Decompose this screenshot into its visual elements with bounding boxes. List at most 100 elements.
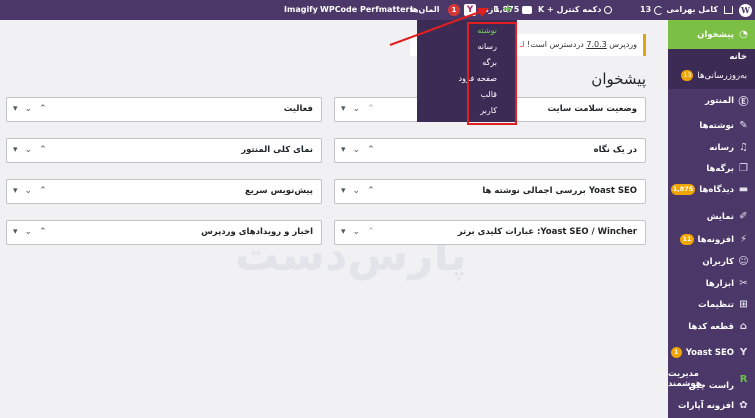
sidebar-item-label: Yoast SEO bbox=[685, 347, 734, 358]
sidebar-item-label: کاربران bbox=[702, 256, 734, 267]
yoast-icon: Y bbox=[739, 347, 748, 358]
move-down-icon[interactable]: ⌄ bbox=[353, 180, 361, 203]
toggle-caret-icon[interactable]: ▾ bbox=[13, 98, 18, 121]
sidebar-item-aparat[interactable]: ✿ افزونه آپارات bbox=[668, 400, 755, 411]
command-palette-link[interactable]: دکمه کنترل + K bbox=[538, 0, 613, 20]
sidebar-item-pages[interactable]: ❐ برگه‌ها bbox=[668, 163, 755, 174]
widget-wordpress-news[interactable]: اخبار و رویدادهای وردپرس ▾ ⌄ ⌃ bbox=[6, 220, 322, 245]
notice-suffix: دردسترس است! bbox=[527, 40, 587, 49]
settings-icon: ⊞ bbox=[739, 299, 748, 310]
move-down-icon[interactable]: ⌄ bbox=[353, 221, 361, 244]
move-down-icon[interactable]: ⌄ bbox=[25, 98, 33, 121]
annotation-arrow bbox=[389, 8, 489, 46]
sidebar-item-rtl-manager-line2[interactable]: راست چین bbox=[668, 381, 755, 391]
move-up-icon[interactable]: ⌃ bbox=[39, 98, 47, 121]
widget-elementor-overview[interactable]: نمای کلی المنتور ▾ ⌄ ⌃ bbox=[6, 138, 322, 163]
widget-title: نمای کلی المنتور bbox=[241, 145, 313, 155]
move-down-icon[interactable]: ⌄ bbox=[25, 180, 33, 203]
sidebar-item-snippets[interactable]: ⌂ قطعه کدها bbox=[668, 321, 755, 332]
sidebar-item-settings[interactable]: ⊞ تنظیمات bbox=[668, 299, 755, 310]
update-now-link[interactable]: لـ bbox=[520, 40, 525, 49]
sidebar-item-posts[interactable]: ✎ نوشته‌ها bbox=[668, 120, 755, 131]
move-down-icon[interactable]: ⌄ bbox=[25, 221, 33, 244]
dashboard-icon: ◔ bbox=[739, 29, 748, 40]
sidebar-item-dashboard[interactable]: ◔ پیشخوان bbox=[662, 20, 755, 49]
sidebar-item-comments[interactable]: ▬ دیدگاه‌ها 1,875 bbox=[668, 184, 755, 195]
move-down-icon[interactable]: ⌄ bbox=[25, 139, 33, 162]
elementor-icon: Ⓔ bbox=[738, 97, 749, 108]
imagify-label: Imagify bbox=[284, 5, 318, 14]
refresh-icon bbox=[654, 5, 664, 15]
toggle-caret-icon[interactable]: ▾ bbox=[341, 98, 346, 121]
widget-title: فعالیت bbox=[283, 104, 313, 114]
move-up-icon[interactable]: ⌃ bbox=[367, 180, 375, 203]
sidebar-item-label: افزونه‌ها bbox=[697, 234, 734, 245]
version-link[interactable]: 7.0.3 bbox=[586, 40, 606, 49]
paintbrush-icon: ✐ bbox=[739, 211, 748, 222]
toggle-caret-icon[interactable]: ▾ bbox=[13, 221, 18, 244]
widget-title: وضعیت سلامت سایت bbox=[547, 104, 638, 114]
widget-activity[interactable]: فعالیت ▾ ⌄ ⌃ bbox=[6, 97, 322, 122]
wrench-icon: ✂ bbox=[739, 278, 748, 289]
move-up-icon[interactable]: ⌃ bbox=[367, 139, 375, 162]
toggle-caret-icon[interactable]: ▾ bbox=[341, 139, 346, 162]
toggle-caret-icon[interactable]: ▾ bbox=[341, 221, 346, 244]
command-palette-label: دکمه کنترل + K bbox=[538, 5, 602, 14]
move-up-icon[interactable]: ⌃ bbox=[39, 180, 47, 203]
sidebar-item-label: به‌روزرسانی‌ها bbox=[697, 70, 747, 81]
site-name-label: کامل بهرامی bbox=[666, 5, 718, 14]
plugins-badge: 11 bbox=[680, 234, 694, 245]
plus-icon: + bbox=[502, 2, 514, 17]
sidebar-item-media[interactable]: ♫ رسانه bbox=[668, 142, 755, 153]
sidebar-subitem-updates[interactable]: به‌روزرسانی‌ها 13 bbox=[668, 70, 755, 81]
sidebar-item-label: تنظیمات bbox=[698, 299, 734, 310]
toggle-caret-icon[interactable]: ▾ bbox=[13, 139, 18, 162]
wpcode-link[interactable]: WPCode bbox=[320, 0, 357, 20]
sidebar-item-label: نمایش bbox=[706, 211, 734, 222]
sidebar-item-appearance[interactable]: ✐ نمایش bbox=[668, 211, 755, 222]
wpcode-label: WPCode bbox=[320, 5, 358, 14]
sidebar-item-label: دیدگاه‌ها bbox=[699, 184, 734, 195]
admin-bar: W کامل بهرامی 13 دکمه کنترل + K 1,875 تا… bbox=[0, 0, 755, 20]
sidebar-subitem-home[interactable]: خانه bbox=[668, 52, 755, 62]
move-up-icon[interactable]: ⌃ bbox=[367, 98, 375, 121]
sidebar-item-label: راست چین bbox=[688, 381, 734, 391]
widget-wincher-keyphrases[interactable]: Yoast SEO / Wincher: عبارات کلیدی برتر ▾… bbox=[334, 220, 646, 245]
move-down-icon[interactable]: ⌄ bbox=[353, 139, 361, 162]
plugin-icon: ⚡ bbox=[739, 234, 748, 245]
sidebar-item-label: پیشخوان bbox=[697, 29, 734, 40]
admin-sidebar: ◔ پیشخوان خانه به‌روزرسانی‌ها 13 Ⓔ المنت… bbox=[662, 20, 755, 418]
imagify-link[interactable]: Imagify bbox=[284, 0, 318, 20]
sidebar-item-label: المنتور bbox=[705, 95, 734, 106]
site-name-link[interactable]: کامل بهرامی bbox=[666, 0, 733, 20]
updates-link[interactable]: 13 bbox=[640, 0, 664, 20]
move-up-icon[interactable]: ⌃ bbox=[39, 221, 47, 244]
yoast-badge: 1 bbox=[670, 347, 682, 358]
widget-quick-draft[interactable]: پیش‌نویس سریع ▾ ⌄ ⌃ bbox=[6, 179, 322, 204]
widget-yoast-overview[interactable]: Yoast SEO بررسی اجمالی نوشته ها ▾ ⌄ ⌃ bbox=[334, 179, 646, 204]
move-up-icon[interactable]: ⌃ bbox=[367, 221, 375, 244]
code-icon: ⌂ bbox=[739, 321, 748, 332]
wordpress-icon: W bbox=[739, 3, 752, 17]
sidebar-item-users[interactable]: ☺ کاربران bbox=[668, 256, 755, 267]
move-up-icon[interactable]: ⌃ bbox=[39, 139, 47, 162]
toggle-caret-icon[interactable]: ▾ bbox=[13, 180, 18, 203]
sidebar-item-plugins[interactable]: ⚡ افزونه‌ها 11 bbox=[668, 234, 755, 245]
widget-at-a-glance[interactable]: در یک نگاه ▾ ⌄ ⌃ bbox=[334, 138, 646, 163]
move-down-icon[interactable]: ⌄ bbox=[353, 98, 361, 121]
widget-title: پیش‌نویس سریع bbox=[244, 186, 313, 196]
aparat-icon: ✿ bbox=[739, 400, 748, 411]
search-icon bbox=[604, 6, 613, 14]
sidebar-item-tools[interactable]: ✂ ابزارها bbox=[668, 278, 755, 289]
wp-logo-button[interactable]: W bbox=[739, 0, 752, 20]
current-arrow bbox=[662, 28, 668, 40]
widget-title: Yoast SEO / Wincher: عبارات کلیدی برتر bbox=[457, 227, 637, 237]
sidebar-item-label: خانه bbox=[729, 52, 747, 62]
widget-title: Yoast SEO بررسی اجمالی نوشته ها bbox=[482, 186, 637, 196]
toggle-caret-icon[interactable]: ▾ bbox=[341, 180, 346, 203]
widget-title: اخبار و رویدادهای وردپرس bbox=[201, 227, 313, 237]
sidebar-item-yoast[interactable]: Y Yoast SEO 1 bbox=[668, 347, 755, 358]
sidebar-item-elementor[interactable]: Ⓔ المنتور bbox=[668, 95, 755, 109]
sidebar-item-label: رسانه bbox=[709, 142, 734, 153]
updates-count: 13 bbox=[640, 5, 652, 14]
